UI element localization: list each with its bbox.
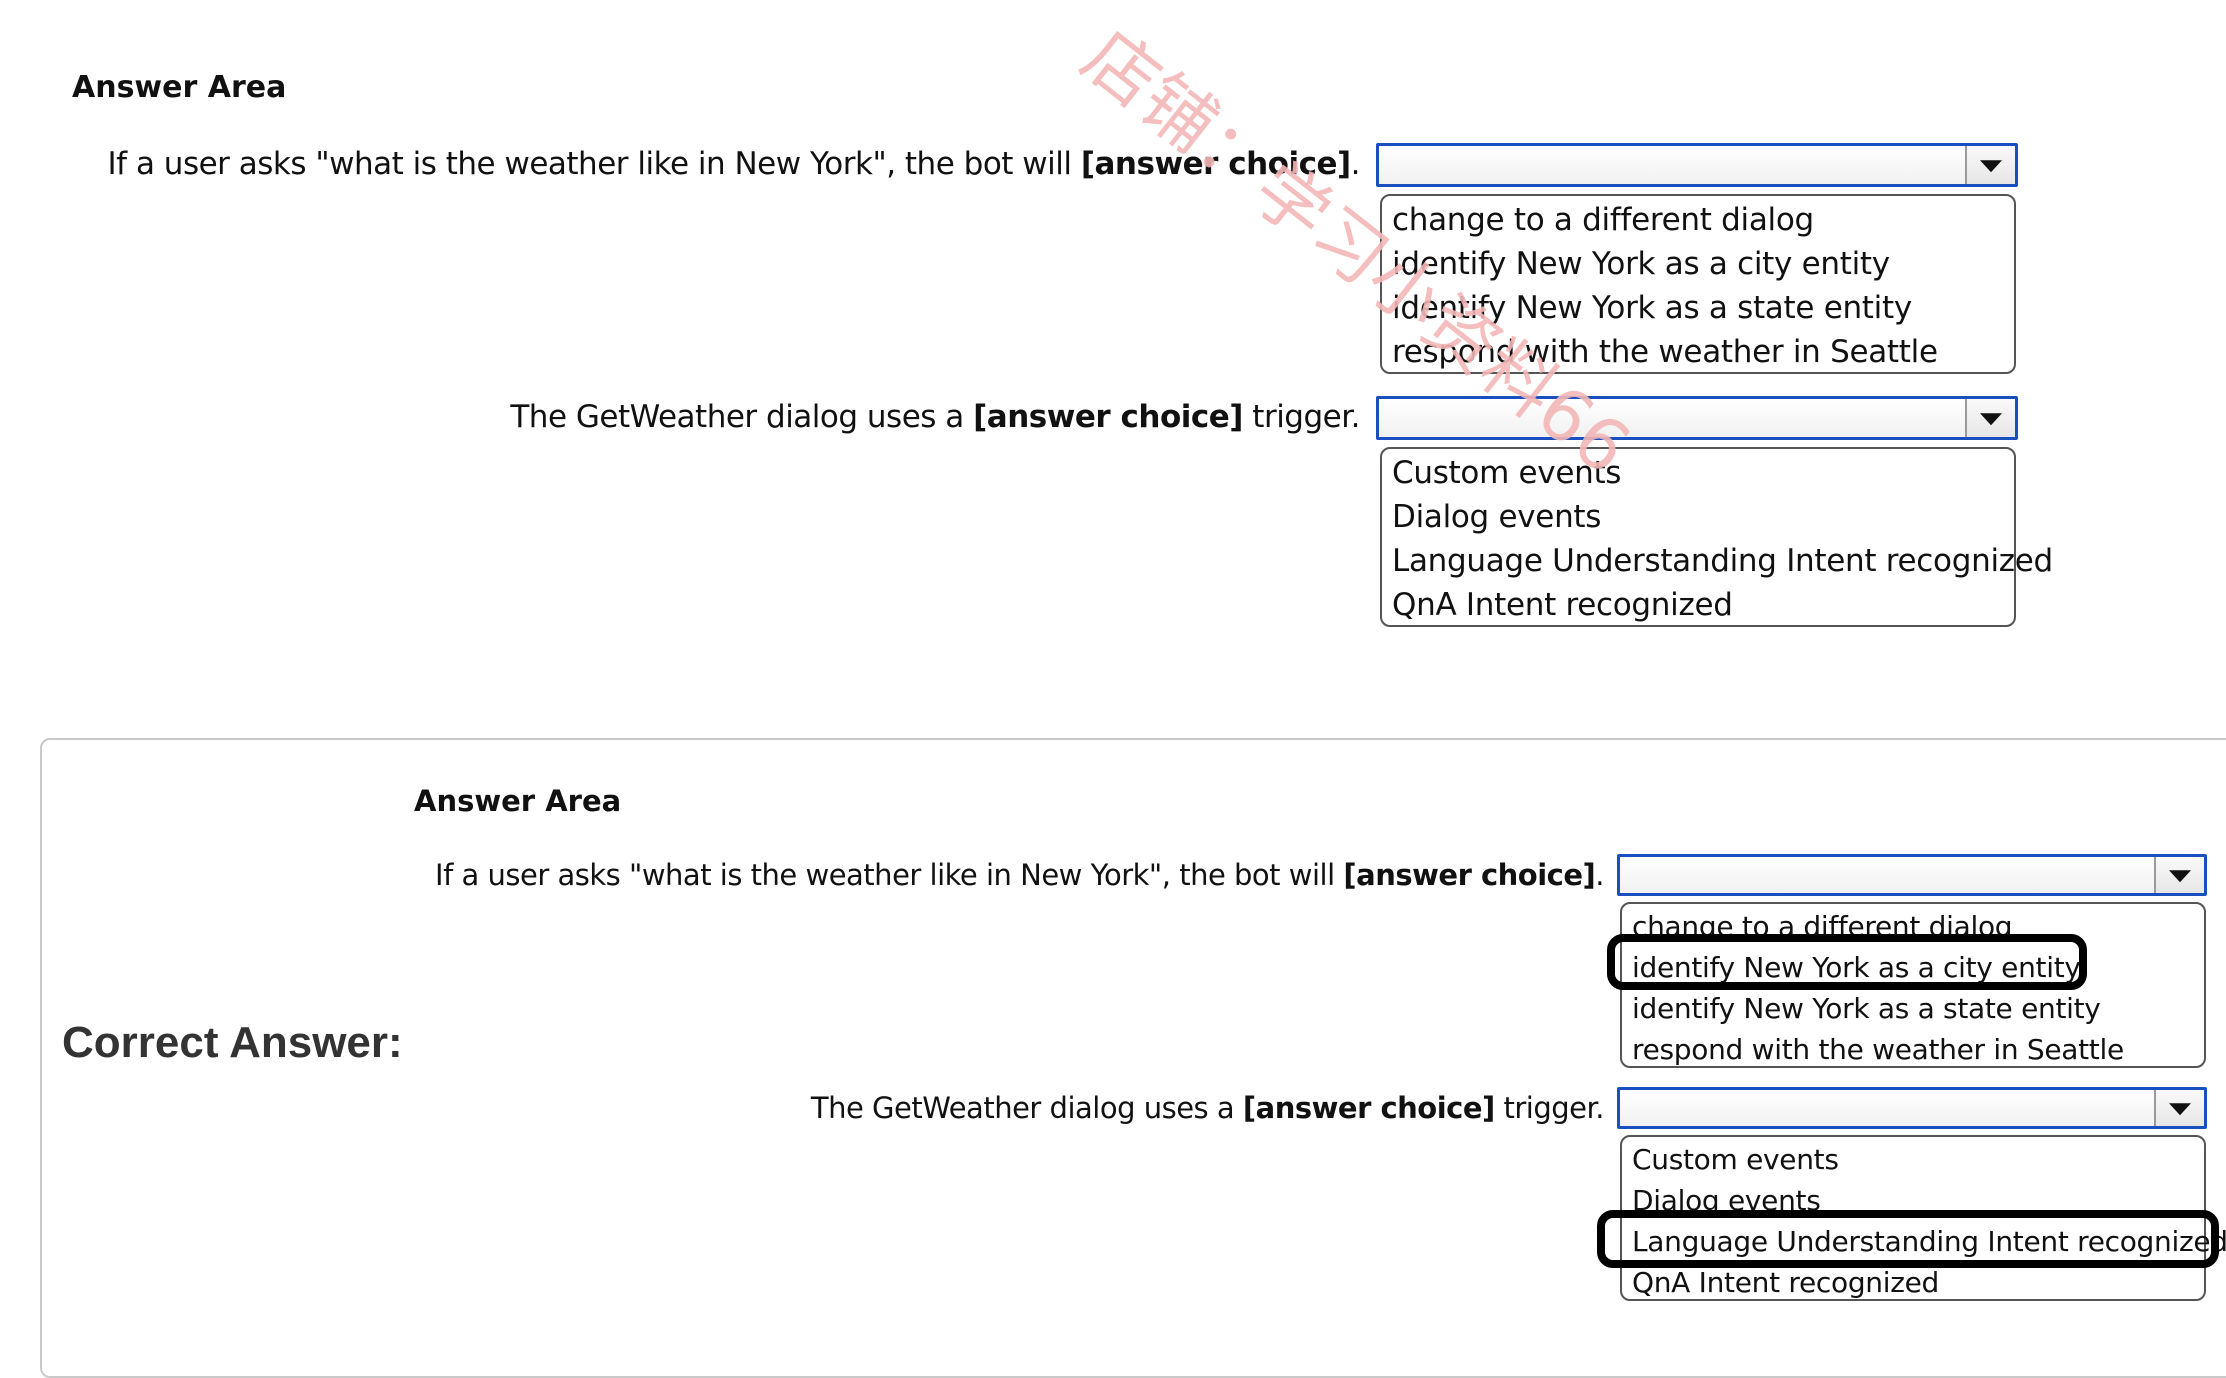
list-item[interactable]: Custom events: [1632, 1139, 2204, 1180]
answer-area-heading: Answer Area: [414, 784, 622, 818]
list-item[interactable]: respond with the weather in Seattle: [1632, 1029, 2204, 1070]
question-1-dropdown[interactable]: [1376, 143, 2018, 187]
question-2-dropdown[interactable]: [1617, 1087, 2207, 1129]
list-item[interactable]: QnA Intent recognized: [1632, 1262, 2204, 1303]
question-2-options-list: Custom events Dialog events Language Und…: [1380, 447, 2053, 627]
question-1-dropdown[interactable]: [1617, 854, 2207, 896]
chevron-down-icon[interactable]: [2154, 1090, 2204, 1126]
chevron-down-icon[interactable]: [2154, 857, 2204, 893]
selected-answer-highlight: [1597, 1210, 2219, 1268]
question-2-text: The GetWeather dialog uses a [answer cho…: [510, 399, 1360, 435]
list-item[interactable]: Language Understanding Intent recognized: [1392, 539, 2053, 583]
list-item[interactable]: QnA Intent recognized: [1392, 583, 2014, 627]
selected-answer-highlight: [1607, 934, 2087, 990]
correct-answer-label: Correct Answer:: [62, 1018, 403, 1067]
chevron-down-icon[interactable]: [1965, 146, 2015, 184]
question-2-dropdown[interactable]: [1376, 396, 2018, 440]
answer-area-heading: Answer Area: [72, 70, 287, 105]
list-item[interactable]: Dialog events: [1392, 495, 2014, 539]
list-item[interactable]: Custom events: [1392, 451, 2014, 495]
chevron-down-icon[interactable]: [1965, 399, 2015, 437]
list-item[interactable]: identify New York as a state entity: [1632, 988, 2204, 1029]
question-1-text: If a user asks "what is the weather like…: [435, 858, 1604, 892]
question-2-text: The GetWeather dialog uses a [answer cho…: [810, 1091, 1605, 1125]
list-item[interactable]: change to a different dialog: [1392, 198, 2014, 242]
